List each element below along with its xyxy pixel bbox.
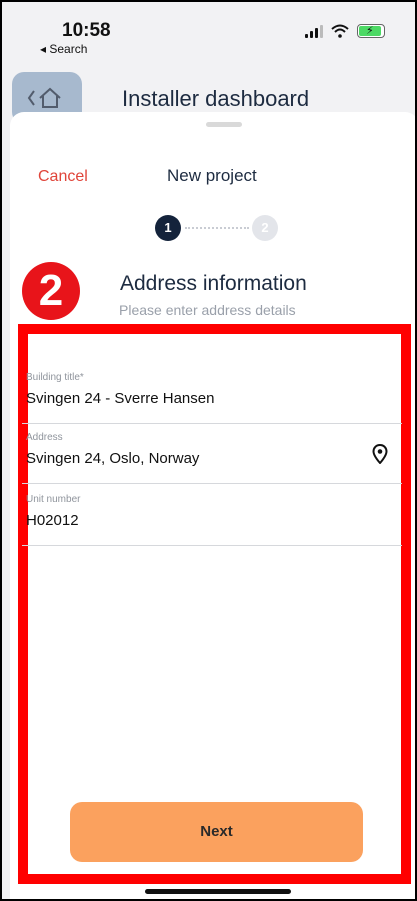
address-label: Address xyxy=(26,432,63,443)
status-time: 10:58 xyxy=(62,20,111,41)
dashboard-title: Installer dashboard xyxy=(122,86,310,111)
step-2-indicator: 2 xyxy=(252,215,278,241)
sheet-grabber[interactable] xyxy=(206,122,242,127)
home-indicator[interactable] xyxy=(145,889,291,894)
annotation-badge: 2 xyxy=(22,262,80,320)
cancel-button[interactable]: Cancel xyxy=(38,168,88,186)
next-button[interactable]: Next xyxy=(70,802,363,862)
section-subtitle: Please enter address details xyxy=(119,302,296,318)
unit-number-field[interactable]: Unit number H02012 xyxy=(22,484,402,546)
address-input[interactable]: Svingen 24, Oslo, Norway xyxy=(26,450,199,467)
phone-screen: 10:58 ◂ Search ⚡ Installer dashboard Can… xyxy=(0,0,417,901)
back-to-search-link[interactable]: ◂ Search xyxy=(40,42,87,56)
location-pin-icon[interactable] xyxy=(372,444,388,464)
unit-number-input[interactable]: H02012 xyxy=(26,512,79,529)
building-title-label: Building title* xyxy=(26,372,84,383)
section-title: Address information xyxy=(120,272,307,295)
wifi-icon xyxy=(331,24,349,38)
back-home-icon xyxy=(27,87,61,108)
unit-number-label: Unit number xyxy=(26,494,81,505)
step-indicator: 1 2 xyxy=(155,215,285,243)
status-icons: ⚡ xyxy=(305,24,385,38)
step-connector xyxy=(185,227,249,229)
building-title-input[interactable]: Svingen 24 - Sverre Hansen xyxy=(26,390,214,407)
status-bar: 10:58 ◂ Search ⚡ xyxy=(2,2,415,62)
address-field[interactable]: Address Svingen 24, Oslo, Norway xyxy=(22,422,402,484)
sheet-title: New project xyxy=(167,166,257,185)
signal-icon xyxy=(305,24,323,38)
building-title-field[interactable]: Building title* Svingen 24 - Sverre Hans… xyxy=(22,362,402,424)
battery-icon: ⚡ xyxy=(357,24,385,38)
step-1-indicator: 1 xyxy=(155,215,181,241)
